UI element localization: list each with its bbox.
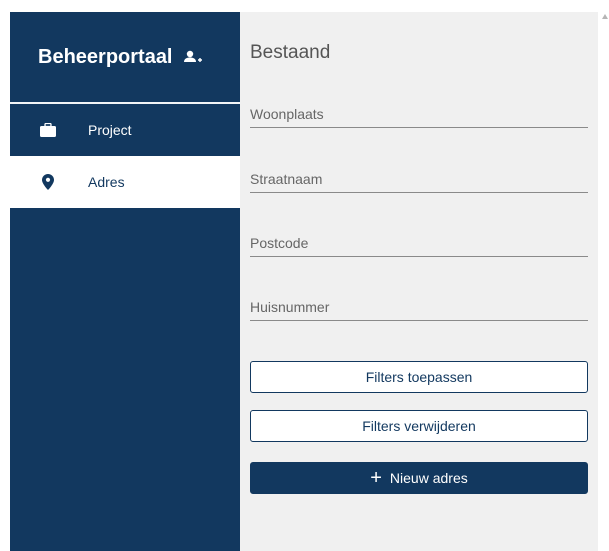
huisnummer-input[interactable]	[250, 293, 588, 321]
postcode-input[interactable]	[250, 229, 588, 257]
new-address-button[interactable]: + Nieuw adres	[250, 462, 588, 494]
plus-icon: +	[370, 467, 382, 489]
straatnaam-input[interactable]	[250, 165, 588, 193]
map-pin-icon	[40, 174, 56, 190]
nav-divider	[10, 102, 240, 104]
sidebar-header: Beheerportaal	[10, 12, 240, 102]
remove-filters-label: Filters verwijderen	[362, 418, 476, 434]
woonplaats-input[interactable]	[250, 100, 588, 128]
sidebar: Beheerportaal Project Adres	[10, 12, 240, 551]
app-title: Beheerportaal	[38, 45, 173, 68]
apply-filters-button[interactable]: Filters toepassen	[250, 361, 588, 393]
sidebar-item-label: Adres	[88, 174, 125, 190]
scroll-up-arrow-icon[interactable]	[602, 14, 608, 19]
user-add-icon[interactable]	[183, 49, 203, 65]
sidebar-item-project[interactable]: Project	[10, 104, 240, 156]
new-address-label: Nieuw adres	[389, 470, 468, 486]
remove-filters-button[interactable]: Filters verwijderen	[250, 410, 588, 442]
briefcase-icon	[40, 122, 56, 138]
sidebar-item-adres[interactable]: Adres	[10, 156, 240, 208]
filter-panel: Bestaand Filters toepassen Filters verwi…	[240, 12, 598, 551]
sidebar-item-label: Project	[88, 122, 132, 138]
apply-filters-label: Filters toepassen	[365, 369, 473, 385]
page-title: Bestaand	[250, 42, 331, 63]
